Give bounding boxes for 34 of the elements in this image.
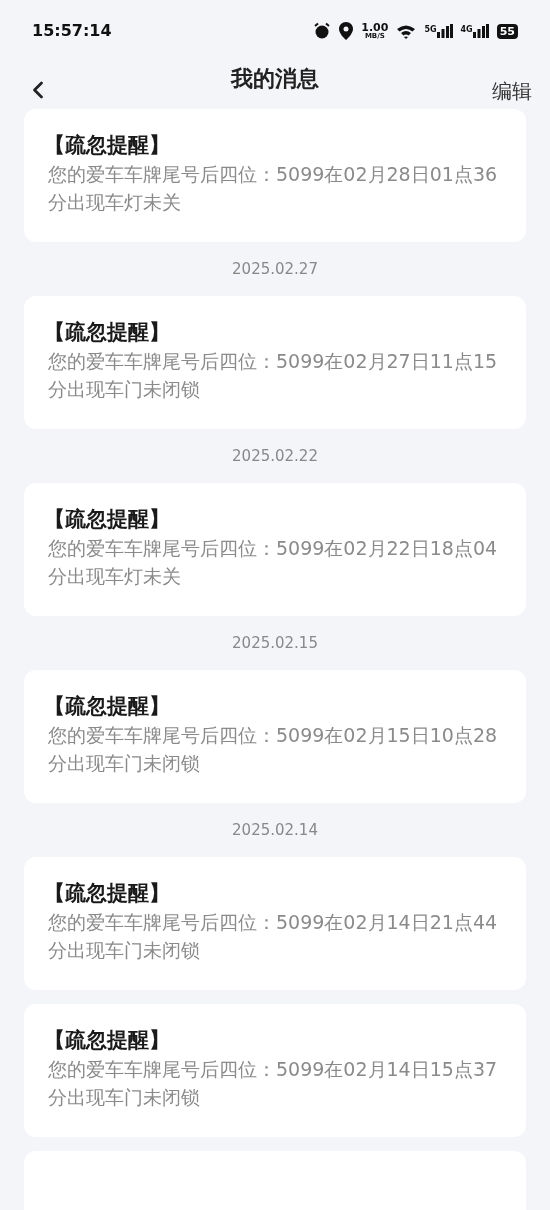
message-body: 您的爱车车牌尾号后四位：5099在02月28日01点36分出现车灯未关 <box>48 162 499 215</box>
date-label: 2025.02.14 <box>232 819 318 841</box>
signal-icon <box>436 24 453 38</box>
message-body: 您的爱车车牌尾号后四位：5099在02月27日11点15分出现车门未闭锁 <box>48 349 499 402</box>
message-body: 您的爱车车牌尾号后四位：5099在02月15日10点28分出现车门未闭锁 <box>48 723 499 776</box>
page-title: 我的消息 <box>231 65 319 93</box>
status-time: 15:57:14 <box>32 20 112 42</box>
date-label: 2025.02.15 <box>232 632 318 654</box>
message-card[interactable]: 【疏忽提醒】 您的爱车车牌尾号后四位：5099在02月27日11点15分出现车门未闭锁 <box>24 296 526 429</box>
message-card[interactable]: 【疏忽提醒】 您的爱车车牌尾号后四位：5099在02月28日01点36分出现车灯未关 <box>24 109 526 242</box>
alarm-clock-icon <box>313 22 332 40</box>
network-speed: 1.00 <box>361 22 389 33</box>
signal-icon <box>472 24 489 38</box>
message-title: 【疏忽提醒】 <box>44 319 171 346</box>
message-title: 【疏忽提醒】 <box>44 693 171 720</box>
message-body: 您的爱车车牌尾号后四位：5099在02月14日21点44分出现车门未闭锁 <box>48 910 499 963</box>
message-card[interactable]: 【疏忽提醒】 您的爱车车牌尾号后四位：5099在02月22日18点04分出现车灯未关 <box>24 483 526 616</box>
message-title: 【疏忽提醒】 <box>44 1027 171 1054</box>
network-type: 5G <box>424 24 437 36</box>
location-pin-icon <box>339 22 354 40</box>
wifi-icon <box>396 23 417 39</box>
message-card[interactable]: 【疏忽提醒】 您的爱车车牌尾号后四位：5099在02月15日10点28分出现车门未闭锁 <box>24 670 526 803</box>
date-label: 2025.02.27 <box>232 258 318 280</box>
message-title: 【疏忽提醒】 <box>44 880 171 907</box>
message-card[interactable]: 【疏忽提醒】 您的爱车车牌尾号后四位：5099在02月14日15点37分出现车门未闭锁 <box>24 1004 526 1137</box>
message-title: 【疏忽提醒】 <box>44 132 171 159</box>
message-body: 您的爱车车牌尾号后四位：5099在02月22日18点04分出现车灯未关 <box>48 536 499 589</box>
date-label: 2025.02.22 <box>232 445 318 467</box>
message-card[interactable]: 【疏忽提醒】 您的爱车车牌尾号后四位：5099在02月14日21点44分出现车门未闭锁 <box>24 857 526 990</box>
battery-indicator: 55 <box>496 23 518 39</box>
network-type: 4G <box>460 24 473 36</box>
message-body: 您的爱车车牌尾号后四位：5099在02月14日15点37分出现车门未闭锁 <box>48 1057 499 1110</box>
message-title: 【疏忽提醒】 <box>44 506 171 533</box>
edit-button[interactable]: 编辑 <box>492 76 532 106</box>
